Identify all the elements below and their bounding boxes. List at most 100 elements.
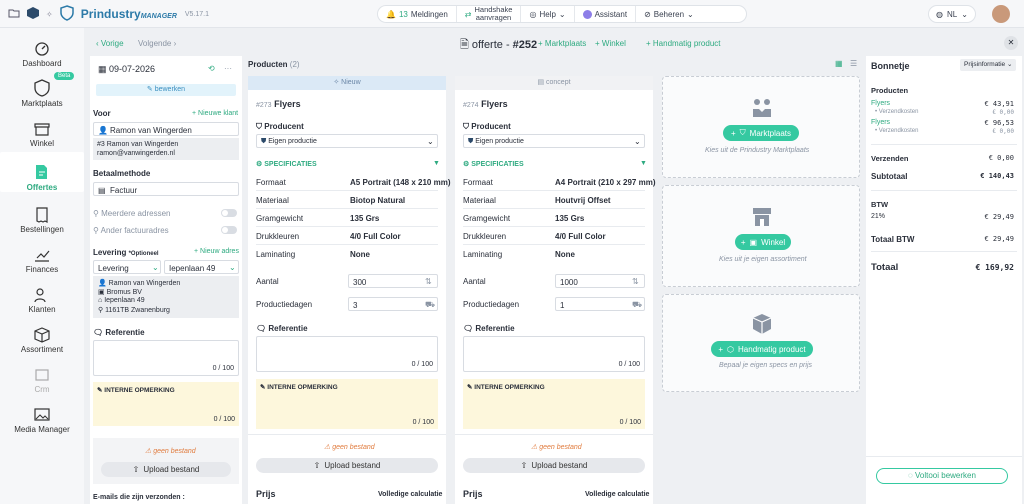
help-button[interactable]: ◎ Help ⌄: [521, 6, 575, 22]
sidebar-item-label: Dashboard: [22, 59, 62, 68]
referentie-textarea[interactable]: 0 / 100: [463, 336, 645, 372]
truck-icon[interactable]: ⛟: [632, 300, 642, 310]
truck-icon[interactable]: ⛟: [425, 300, 435, 310]
aantal-input[interactable]: 300 ⇅: [348, 274, 438, 288]
specs-header[interactable]: ⚙ SPECIFICATIES: [463, 160, 524, 168]
more-icon[interactable]: ···: [224, 64, 232, 73]
product-status-tab[interactable]: ▤ concept: [455, 76, 653, 90]
add-marktplaats-card[interactable]: + ⛉ Marktplaats Kies uit de Prindustry Mar…: [662, 76, 860, 178]
sidebar-item-media-manager[interactable]: Media Manager: [0, 396, 84, 434]
levering-address-select[interactable]: Iepenlaan 49 ⌄: [164, 260, 239, 274]
sort-icon[interactable]: ⇅: [632, 277, 639, 286]
interne-opmerking-box[interactable]: ✎ INTERNE OPMERKING 0 / 100: [463, 379, 645, 429]
producent-select[interactable]: ⛊ Eigen productie ⌄: [463, 134, 645, 148]
interne-opmerking-box[interactable]: ✎ INTERNE OPMERKING 0 / 100: [93, 382, 239, 426]
calculatie-link[interactable]: Volledige calculatie: [378, 491, 442, 498]
sidebar-item-assortiment[interactable]: Assortiment: [0, 316, 84, 354]
assistant-button[interactable]: Assistant: [575, 6, 637, 22]
prijsinformatie-button[interactable]: Prijsinformatie ⌄: [960, 59, 1017, 71]
marktplaats-button[interactable]: + ⛉ Marktplaats: [723, 125, 799, 141]
close-icon[interactable]: ✕: [1004, 36, 1018, 50]
upload-button[interactable]: ⇧ Upload bestand: [463, 458, 645, 473]
sidebar-item-winkel[interactable]: Winkel: [0, 110, 84, 148]
prev-link[interactable]: ‹ Vorige: [96, 39, 124, 48]
sidebar-item-label: Winkel: [29, 139, 54, 148]
add-marktplaats-link[interactable]: + Marktplaats: [538, 39, 586, 48]
referentie-textarea[interactable]: 0 / 100: [93, 340, 239, 376]
productiedagen-input[interactable]: 1 ⛟: [555, 297, 645, 311]
verzenden-label: Verzenden: [871, 154, 909, 163]
levering-type-select[interactable]: Levering ⌄: [93, 260, 161, 274]
product-status-tab[interactable]: ✧ Nieuw: [248, 76, 446, 90]
handshake-button[interactable]: ⇄ Handshake aanvragen: [457, 6, 522, 22]
winkel-button[interactable]: + ▣ Winkel: [735, 234, 791, 250]
voltooi-bewerken-button[interactable]: ◌ Voltooi bewerken: [876, 468, 1008, 484]
sidebar-item-offertes[interactable]: Offertes: [0, 152, 84, 192]
client-select[interactable]: 👤 Ramon van Wingerden: [93, 122, 239, 136]
language-select[interactable]: ◍ NL ⌄: [928, 5, 976, 23]
receipt-line-name[interactable]: Flyers: [871, 119, 890, 126]
sidebar-item-finances[interactable]: Finances: [0, 236, 84, 274]
specs-label: SPECIFICATIES: [471, 161, 524, 168]
handmatig-button[interactable]: + ⬡ Handmatig product: [711, 341, 813, 357]
product-title: #273 Flyers: [256, 99, 301, 109]
product-number: #273: [256, 102, 272, 109]
upload-button[interactable]: ⇧ Upload bestand: [256, 458, 438, 473]
aantal-input[interactable]: 1000 ⇅: [555, 274, 645, 288]
new-address-link[interactable]: + Nieuw adres: [194, 248, 239, 255]
upload-icon: ⇧: [520, 461, 528, 470]
sidebar-item-marktplaats[interactable]: Beta Marktplaats: [0, 70, 84, 108]
productiedagen-input[interactable]: 3 ⛟: [348, 297, 438, 311]
meerdere-adressen-toggle[interactable]: [221, 209, 237, 217]
file-section: ⚠ geen bestand ⇧ Upload bestand: [93, 438, 239, 484]
collapse-icon[interactable]: ▼: [640, 160, 647, 167]
grid-view-icon[interactable]: ▦: [835, 59, 843, 68]
referentie-textarea[interactable]: 0 / 100: [256, 336, 438, 372]
sidebar-item-bestellingen[interactable]: Bestellingen: [0, 196, 84, 234]
product-card: ▤ concept #274 Flyers ⛉ Producent ⛊ Eige…: [455, 76, 656, 504]
history-icon[interactable]: ⟲: [208, 64, 215, 73]
specs-header[interactable]: ⚙ SPECIFICATIES: [256, 160, 317, 168]
notifications-button[interactable]: 🔔 13 Meldingen: [378, 6, 457, 22]
receipt-line-name[interactable]: Flyers: [871, 100, 890, 107]
sidebar-item-crm[interactable]: Crm: [0, 356, 84, 394]
levering-optional: *Optioneel: [128, 251, 159, 257]
referentie-label: 🗨 Referentie: [93, 328, 145, 337]
bonnetje-title: Bonnetje: [871, 61, 910, 71]
chevron-down-icon: ⌄: [558, 9, 566, 19]
sidebar-item-label: Finances: [25, 265, 59, 274]
calculatie-link[interactable]: Volledige calculatie: [585, 491, 649, 498]
levering-type-value: Levering: [98, 264, 129, 273]
producent-select[interactable]: ⛊ Eigen productie ⌄: [256, 134, 438, 148]
collapse-icon[interactable]: ▼: [433, 160, 440, 167]
sidebar-item-klanten[interactable]: Klanten: [0, 276, 84, 314]
add-winkel-link[interactable]: + Winkel: [595, 39, 626, 48]
sidebar-item-dashboard[interactable]: Dashboard: [0, 30, 84, 68]
addr-street-text: Iepenlaan 49: [104, 297, 145, 304]
add-winkel-card[interactable]: + ▣ Winkel Kies uit je eigen assortiment: [662, 185, 860, 287]
chevron-down-icon: ⌄: [229, 263, 236, 272]
chevron-down-icon: ⌄: [427, 137, 434, 146]
add-handmatig-card[interactable]: + ⬡ Handmatig product Bepaal je eigen spec…: [662, 294, 860, 392]
add-handmatig-link[interactable]: + Handmatig product: [646, 39, 721, 48]
brand-suffix: MANAGER: [140, 13, 177, 20]
interne-opmerking-box[interactable]: ✎ INTERNE OPMERKING 0 / 100: [256, 379, 438, 429]
avatar[interactable]: [992, 5, 1010, 23]
beheren-button[interactable]: ⊘ Beheren ⌄: [636, 6, 702, 22]
upload-button[interactable]: ⇧ Upload bestand: [101, 462, 231, 477]
aantal-label: Aantal: [463, 277, 486, 286]
addr-name-text: Ramon van Wingerden: [108, 280, 181, 287]
next-link[interactable]: Volgende ›: [138, 39, 176, 48]
folder-icon[interactable]: [8, 8, 20, 20]
notifications-count: 13: [398, 9, 408, 19]
spec-value: 135 Grs: [350, 214, 380, 223]
betaalmethode-select[interactable]: ▤ Factuur: [93, 182, 239, 196]
sort-icon[interactable]: ⇅: [425, 277, 432, 286]
brand-logo[interactable]: PrindustryMANAGER: [81, 7, 177, 21]
edit-button[interactable]: ✎ bewerken: [96, 84, 236, 96]
new-client-link[interactable]: + Nieuwe klant: [192, 110, 238, 117]
ander-factuuradres-toggle[interactable]: [221, 226, 237, 234]
pin-icon[interactable]: ✧: [46, 10, 53, 19]
date-field[interactable]: ▦ 09-07-2026: [98, 64, 155, 75]
list-view-icon[interactable]: ☰: [850, 59, 857, 68]
